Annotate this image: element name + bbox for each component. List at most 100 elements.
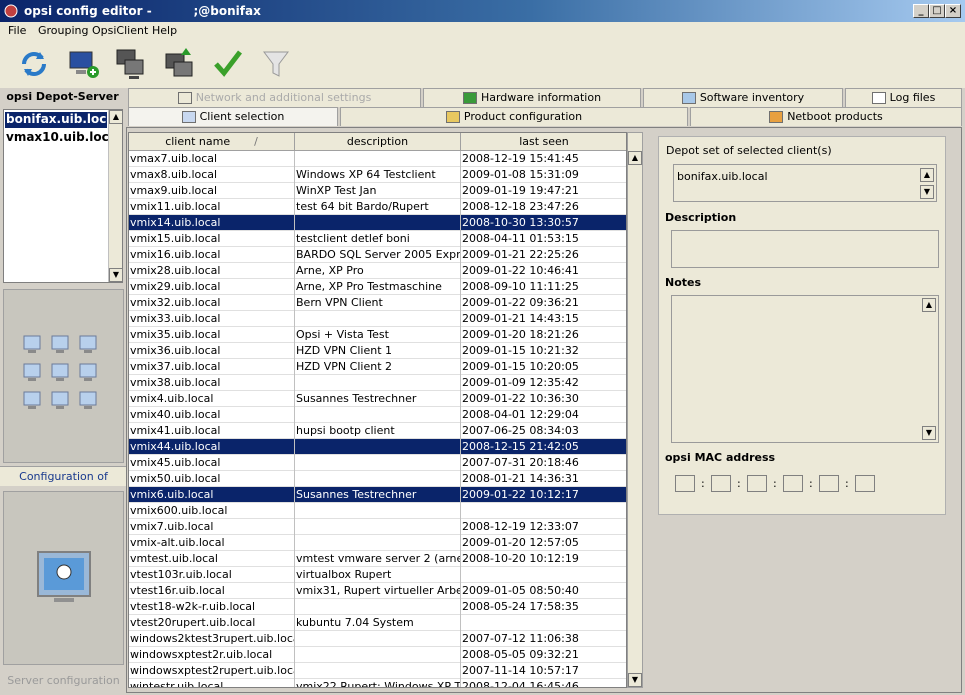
table-row[interactable]: vmix600.uib.local	[129, 503, 626, 519]
cell-client-name: vmix45.uib.local	[129, 455, 295, 471]
cell-last-seen: 2009-01-20 12:57:05	[461, 535, 626, 551]
menu-file[interactable]: File	[8, 24, 26, 37]
depot-item-bonifax[interactable]: bonifax.uib.local	[5, 112, 119, 128]
hardware-icon	[462, 92, 477, 104]
table-row[interactable]: vmix37.uib.local HZD VPN Client 2 2009-01-…	[129, 359, 626, 375]
cell-last-seen: 2009-01-15 10:21:32	[461, 343, 626, 359]
table-row[interactable]: vmix6.uib.local Susannes Testrechner 2009-…	[129, 487, 626, 503]
tab-client-selection[interactable]: Client selection	[128, 107, 338, 126]
tab-software-inventory[interactable]: Software inventory	[643, 88, 843, 107]
table-row[interactable]: vmix4.uib.local Susannes Testrechner 2009-…	[129, 391, 626, 407]
reload-icon[interactable]	[16, 46, 52, 82]
client-computer-icon	[79, 363, 97, 381]
tab-hardware-information[interactable]: Hardware information	[423, 88, 641, 107]
menu-help[interactable]: Help	[152, 24, 177, 37]
description-field[interactable]	[671, 230, 939, 268]
table-row[interactable]: vmtest.uib.local vmtest vmware server 2 (…	[129, 551, 626, 567]
table-row[interactable]: windows2ktest3rupert.uib.local 2007-07-12…	[129, 631, 626, 647]
computers-icon[interactable]	[113, 46, 149, 82]
scroll-up-icon[interactable]: ▲	[920, 168, 934, 182]
table-row[interactable]: vtest103r.uib.local virtualbox Rupert	[129, 567, 626, 583]
table-row[interactable]: windowsxptest2rupert.uib.local 2007-11-14…	[129, 663, 626, 679]
table-row[interactable]: vmix50.uib.local 2008-01-21 14:36:31	[129, 471, 626, 487]
server-configuration-label[interactable]: Server configuration	[0, 671, 127, 691]
depot-list[interactable]: bonifax.uib.local vmax10.uib.local ▲ ▼	[3, 109, 123, 283]
mac-byte-field[interactable]	[855, 475, 875, 492]
scroll-up-icon[interactable]: ▲	[922, 298, 936, 312]
table-row[interactable]: vmax7.uib.local 2008-12-19 15:41:45	[129, 151, 626, 167]
server-config-panel[interactable]	[3, 491, 124, 665]
menu-grouping[interactable]: Grouping	[38, 24, 89, 37]
scroll-down-icon[interactable]: ▼	[922, 426, 936, 440]
upload-computers-icon[interactable]	[162, 46, 198, 82]
clients-config-panel[interactable]	[3, 289, 124, 463]
tab-product-configuration[interactable]: Product configuration	[340, 107, 688, 126]
depot-scrollbar[interactable]: ▲ ▼	[108, 110, 122, 282]
table-row[interactable]: vmix11.uib.local test 64 bit Bardo/Rupert…	[129, 199, 626, 215]
table-row[interactable]: vmax8.uib.local Windows XP 64 Testclient 2…	[129, 167, 626, 183]
table-row[interactable]: vmix38.uib.local 2009-01-09 12:35:42	[129, 375, 626, 391]
mac-byte-field[interactable]	[819, 475, 839, 492]
cell-client-name: vmix35.uib.local	[129, 327, 295, 343]
column-header-description[interactable]: description	[295, 133, 461, 151]
cell-description: vmix31, Rupert virtueller Arbeit...	[296, 583, 461, 599]
cell-description: vmtest vmware server 2 (arne)	[296, 551, 461, 567]
scroll-up-icon[interactable]: ▲	[109, 110, 122, 124]
tab-netboot-products[interactable]: Netboot products	[690, 107, 962, 126]
table-row[interactable]: vmix40.uib.local 2008-04-01 12:29:04	[129, 407, 626, 423]
table-row[interactable]: vmix16.uib.local BARDO SQL Server 2005 Ex…	[129, 247, 626, 263]
table-row[interactable]: vmix29.uib.local Arne, XP Pro Testmaschin…	[129, 279, 626, 295]
table-row[interactable]: vmix33.uib.local 2009-01-21 14:43:15	[129, 311, 626, 327]
table-scrollbar[interactable]: ▲ ▼	[627, 132, 643, 688]
table-row[interactable]: vmix-alt.uib.local 2009-01-20 12:57:05	[129, 535, 626, 551]
close-button[interactable]: ×	[945, 4, 961, 18]
maximize-button[interactable]: □	[929, 4, 945, 18]
minimize-button[interactable]: _	[913, 4, 929, 18]
cell-description	[295, 663, 461, 679]
column-header-last-seen[interactable]: last seen	[461, 133, 626, 151]
table-row[interactable]: vmix14.uib.local 2008-10-30 13:30:57	[129, 215, 626, 231]
depot-set-label: Depot set of selected client(s)	[666, 144, 832, 157]
configuration-of-clients-label[interactable]: Configuration of clients	[0, 466, 127, 503]
cell-client-name: vmix-alt.uib.local	[129, 535, 295, 551]
table-row[interactable]: vtest16r.uib.local vmix31, Rupert virtuel…	[129, 583, 626, 599]
scroll-up-icon[interactable]: ▲	[628, 151, 642, 165]
cell-description	[295, 375, 461, 391]
table-row[interactable]: vmix28.uib.local Arne, XP Pro 2009-01-22 1…	[129, 263, 626, 279]
table-row[interactable]: vmax9.uib.local WinXP Test Jan 2009-01-19 …	[129, 183, 626, 199]
checkmark-icon[interactable]	[210, 46, 246, 82]
cell-last-seen: 2009-01-15 10:20:05	[461, 359, 626, 375]
sort-indicator-icon: /	[254, 135, 258, 148]
scroll-down-icon[interactable]: ▼	[628, 673, 642, 687]
add-client-icon[interactable]	[66, 46, 102, 82]
table-row[interactable]: windowsxptest2r.uib.local 2008-05-05 09:3…	[129, 647, 626, 663]
table-row[interactable]: vmix35.uib.local Opsi + Vista Test 2009-01…	[129, 327, 626, 343]
table-row[interactable]: vmix15.uib.local testclient detlef boni 20…	[129, 231, 626, 247]
notes-field[interactable]: ▲ ▼	[671, 295, 939, 443]
scroll-down-icon[interactable]: ▼	[920, 185, 934, 199]
filter-icon[interactable]	[258, 46, 294, 82]
mac-byte-field[interactable]	[711, 475, 731, 492]
mac-byte-field[interactable]	[675, 475, 695, 492]
table-row[interactable]: vmix36.uib.local HZD VPN Client 1 2009-01-…	[129, 343, 626, 359]
table-row[interactable]: wintestr.uib.local vmix22 Rupert: Windows…	[129, 679, 626, 687]
tab-log-files[interactable]: Log files	[845, 88, 962, 107]
table-row[interactable]: vmix44.uib.local 2008-12-15 21:42:05	[129, 439, 626, 455]
table-row[interactable]: vmix7.uib.local 2008-12-19 12:33:07	[129, 519, 626, 535]
cell-description: hupsi bootp client	[295, 423, 461, 439]
depot-set-field[interactable]: bonifax.uib.local ▲ ▼	[673, 164, 937, 202]
menu-opsiclient[interactable]: OpsiClient	[92, 24, 148, 37]
mac-byte-field[interactable]	[747, 475, 767, 492]
table-row[interactable]: vmix45.uib.local 2007-07-31 20:18:46	[129, 455, 626, 471]
table-row[interactable]: vtest18-w2k-r.uib.local 2008-05-24 17:58:…	[129, 599, 626, 615]
mac-separator: :	[773, 477, 777, 490]
table-row[interactable]: vmix41.uib.local hupsi bootp client 2007-0…	[129, 423, 626, 439]
scroll-down-icon[interactable]: ▼	[109, 268, 122, 282]
table-row[interactable]: vtest20rupert.uib.local kubuntu 7.04 Syst…	[129, 615, 626, 631]
table-row[interactable]: vmix32.uib.local Bern VPN Client 2009-01-2…	[129, 295, 626, 311]
column-header-client-name[interactable]: client name /	[129, 133, 295, 151]
mac-byte-field[interactable]	[783, 475, 803, 492]
client-computer-icon	[79, 335, 97, 353]
client-table[interactable]: client name / description last seen vmax7…	[128, 132, 627, 688]
depot-item-vmax10[interactable]: vmax10.uib.local	[5, 130, 121, 146]
